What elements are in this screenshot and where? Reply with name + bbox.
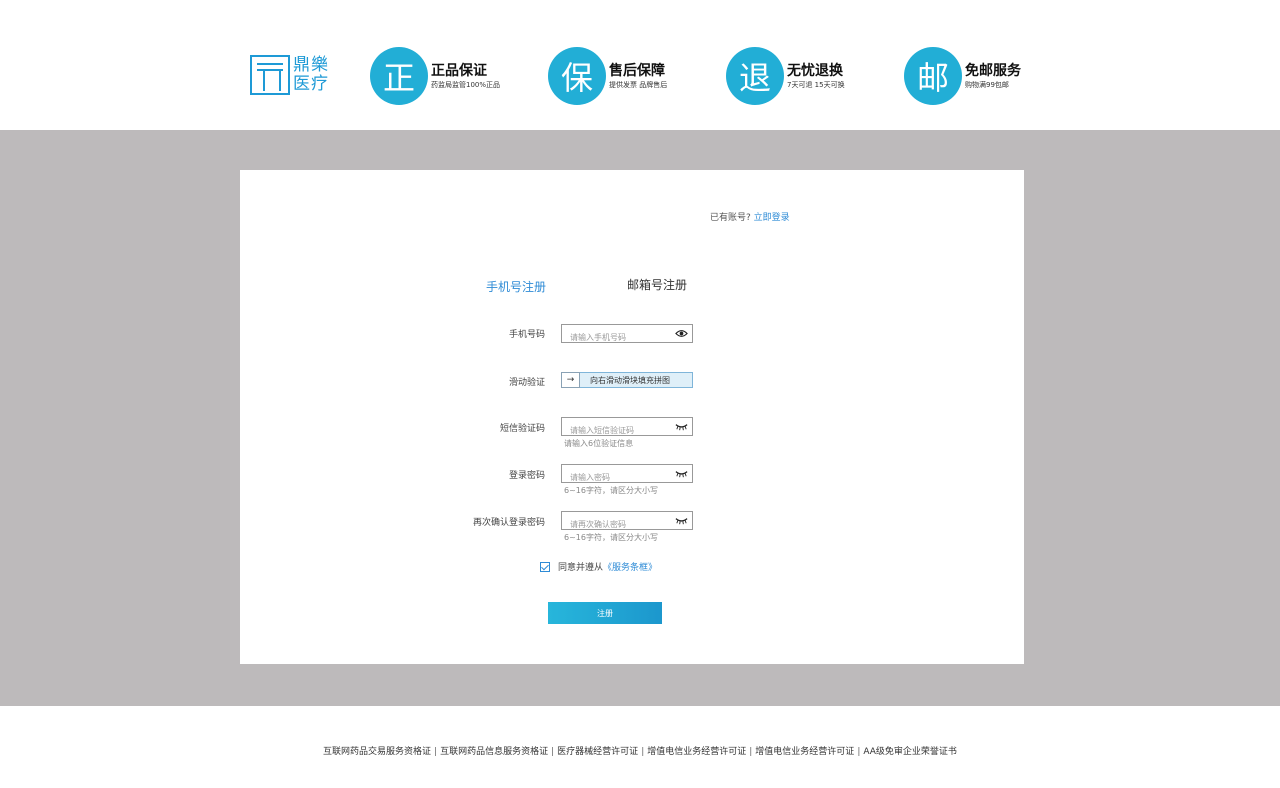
footer-link[interactable]: 互联网药品交易服务资格证 <box>323 747 431 757</box>
footer-link[interactable]: 医疗器械经营许可证 <box>557 747 638 757</box>
shipping-icon: 邮 <box>904 47 962 105</box>
logo-text: 鼎樂医疗 <box>293 55 329 94</box>
tab-email-register[interactable]: 邮箱号注册 <box>627 276 687 293</box>
phone-label: 手机号码 <box>508 330 545 340</box>
footer-link[interactable]: 增值电信业务经营许可证 <box>647 747 746 757</box>
sms-input[interactable] <box>562 422 662 439</box>
have-account: 已有账号? 立即登录 <box>710 213 790 223</box>
confirm-label: 再次确认登录密码 <box>472 518 545 528</box>
badge-after-sales: 保 售后保障 提供发票 品牌售后 <box>548 47 667 105</box>
confirm-field <box>561 511 693 533</box>
register-card: 已有账号? 立即登录 手机号注册 邮箱号注册 手机号码 滑动验证 → 向右滑动滑… <box>240 170 1024 664</box>
phone-field <box>561 324 693 346</box>
confirm-hint: 6~16字符，请区分大小写 <box>564 533 658 542</box>
footer-link[interactable]: AA级免审企业荣誉证书 <box>863 747 957 757</box>
sms-field <box>561 417 693 439</box>
password-field <box>561 464 693 486</box>
sms-hint: 请输入6位验证信息 <box>564 439 634 448</box>
header: 鼎樂医疗 正 正品保证 药监局监管100%正品 保 售后保障 提供发票 品牌售后… <box>0 0 1280 130</box>
logo-mark-icon <box>250 55 290 95</box>
footer-link[interactable]: 增值电信业务经营许可证 <box>755 747 854 757</box>
logo[interactable]: 鼎樂医疗 <box>250 55 333 95</box>
eye-icon[interactable] <box>675 328 688 339</box>
footer-link[interactable]: 互联网药品信息服务资格证 <box>440 747 548 757</box>
slider-captcha: → 向右滑动滑块填充拼图 <box>561 372 693 388</box>
eye-closed-icon[interactable] <box>675 515 688 526</box>
terms-link[interactable]: 《服务条框》 <box>603 560 657 573</box>
password-input[interactable] <box>562 469 662 486</box>
slider-label: 滑动验证 <box>508 378 545 388</box>
agree-checkbox[interactable] <box>540 561 550 572</box>
badge-returns: 退 无忧退换 7天可退 15天可换 <box>726 47 845 105</box>
footer: 互联网药品交易服务资格证 | 互联网药品信息服务资格证 | 医疗器械经营许可证 | 增值电信… <box>0 706 1280 788</box>
arrow-right-icon[interactable]: → <box>561 372 580 388</box>
genuine-icon: 正 <box>370 47 428 105</box>
confirm-input[interactable] <box>562 516 662 533</box>
badge-genuine: 正 正品保证 药监局监管100%正品 <box>370 47 500 105</box>
eye-closed-icon[interactable] <box>675 468 688 479</box>
badge-subtitle: 7天可退 15天可换 <box>787 81 845 89</box>
password-label: 登录密码 <box>508 471 545 481</box>
badge-title: 正品保证 <box>431 63 487 79</box>
register-button[interactable]: 注册 <box>548 602 662 624</box>
after-sales-icon: 保 <box>548 47 606 105</box>
agree-row: 同意并遵从 《服务条框》 <box>540 560 657 573</box>
eye-closed-icon[interactable] <box>675 421 688 432</box>
password-hint: 6~16字符，请区分大小写 <box>564 486 658 495</box>
sms-label: 短信验证码 <box>499 424 545 434</box>
footer-links: 互联网药品交易服务资格证 | 互联网药品信息服务资格证 | 医疗器械经营许可证 | 增值电信… <box>323 747 957 757</box>
slider-text: 向右滑动滑块填充拼图 <box>590 376 670 385</box>
badge-title: 免邮服务 <box>965 63 1021 79</box>
returns-icon: 退 <box>726 47 784 105</box>
login-link[interactable]: 立即登录 <box>754 213 790 223</box>
badge-title: 售后保障 <box>609 63 665 79</box>
badge-subtitle: 药监局监管100%正品 <box>431 81 501 89</box>
badge-subtitle: 购物满99包邮 <box>965 81 1009 89</box>
phone-input[interactable] <box>562 329 662 346</box>
agree-text: 同意并遵从 <box>558 563 604 573</box>
badge-subtitle: 提供发票 品牌售后 <box>609 81 668 89</box>
badge-title: 无忧退换 <box>787 63 843 79</box>
badge-free-shipping: 邮 免邮服务 购物满99包邮 <box>904 47 1021 105</box>
tab-phone-register[interactable]: 手机号注册 <box>486 278 546 295</box>
